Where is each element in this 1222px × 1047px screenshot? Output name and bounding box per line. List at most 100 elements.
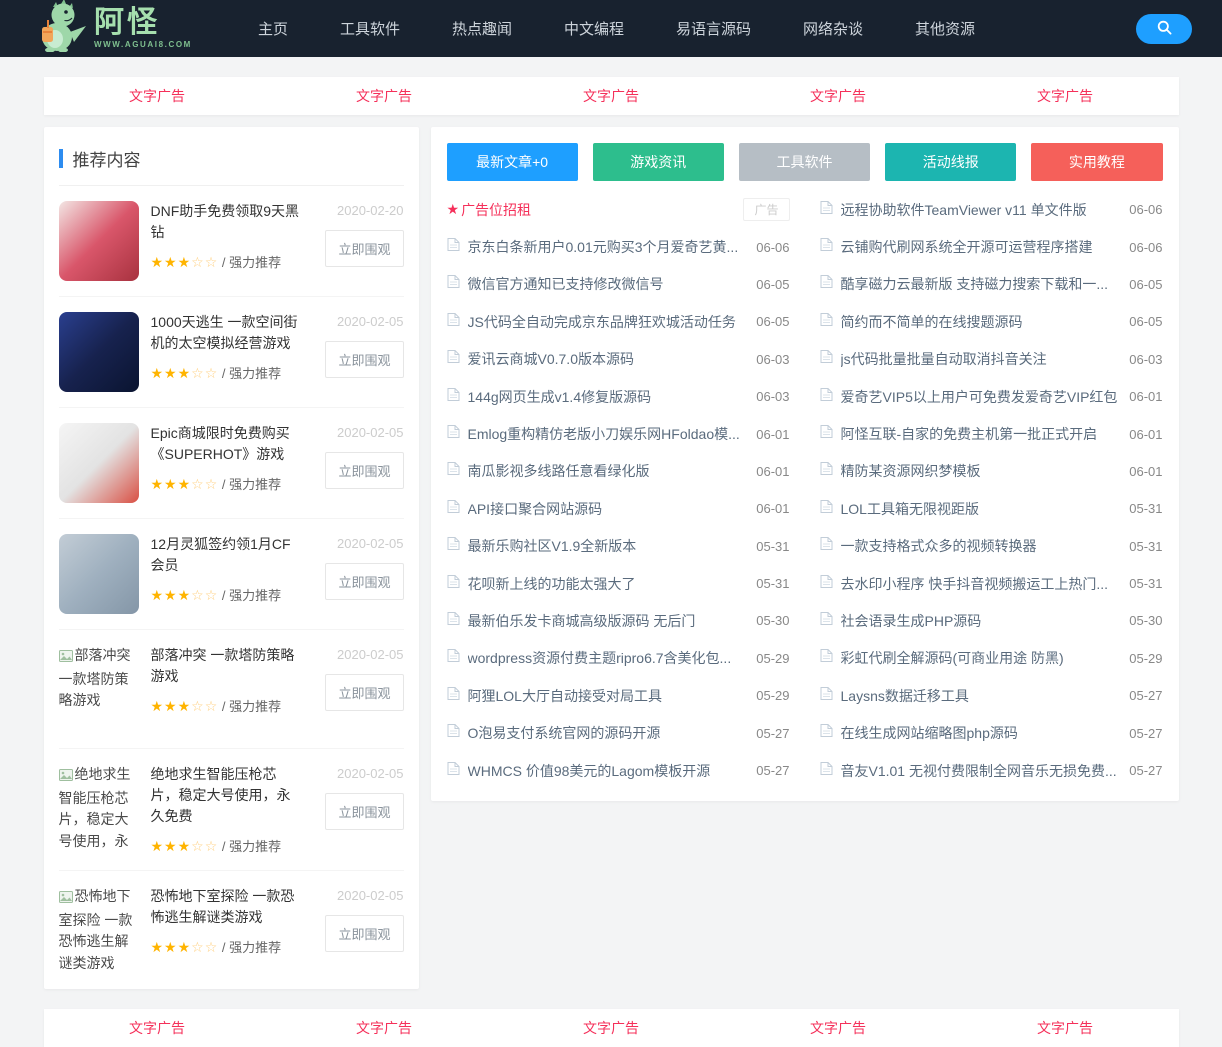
- article-title-link[interactable]: 阿怪互联-自家的免费主机第一批正式开启: [841, 424, 1120, 444]
- item-title[interactable]: 绝地求生智能压枪芯片，稳定大号使用，永久免费: [151, 766, 291, 824]
- article-title-link[interactable]: 一款支持格式众多的视频转换器: [841, 536, 1120, 556]
- view-now-button[interactable]: 立即围观: [325, 230, 404, 267]
- view-now-button[interactable]: 立即围观: [325, 452, 404, 489]
- view-now-button[interactable]: 立即围观: [325, 563, 404, 600]
- article-date: 06-01: [756, 501, 790, 517]
- nav-item[interactable]: 网络杂谈: [777, 0, 889, 57]
- article-title-link[interactable]: API接口聚合网站源码: [468, 499, 747, 519]
- ad-slot-link[interactable]: 广告位招租: [461, 200, 531, 220]
- article-date: 06-05: [756, 314, 790, 330]
- text-ad-link[interactable]: 文字广告: [1037, 86, 1093, 106]
- article-date: 05-29: [756, 650, 790, 666]
- text-ad-link[interactable]: 文字广告: [810, 1018, 866, 1038]
- article-title-link[interactable]: Laysns数据迁移工具: [841, 686, 1120, 706]
- article-title-link[interactable]: 远程协助软件TeamViewer v11 单文件版: [841, 200, 1120, 220]
- recommended-item: 恐怖地下室探险 一款恐怖逃生解谜类游戏 恐怖地下室探险 一款恐怖逃生解谜类游戏 …: [58, 871, 404, 989]
- item-title[interactable]: Epic商城限时免费购买《SUPERHOT》游戏: [151, 425, 290, 462]
- article-title-link[interactable]: 南瓜影视多线路任意看绿化版: [468, 461, 747, 481]
- article-title-link[interactable]: 最新乐购社区V1.9全新版本: [468, 536, 747, 556]
- article-title-link[interactable]: WHMCS 价值98美元的Lagom模板开源: [468, 761, 747, 781]
- article-date: 06-05: [756, 276, 790, 292]
- item-title[interactable]: 部落冲突 一款塔防策略游戏: [151, 647, 295, 684]
- article-title-link[interactable]: 花呗新上线的功能太强大了: [468, 574, 747, 594]
- article-title-link[interactable]: 144g网页生成v1.4修复版源码: [468, 387, 747, 407]
- article-title-link[interactable]: wordpress资源付费主题ripro6.7含美化包...: [468, 648, 747, 668]
- broken-thumbnail[interactable]: 绝地求生智能压枪芯片，稳定大号使用，永久免费: [58, 764, 139, 852]
- article-title-link[interactable]: 社会语录生成PHP源码: [841, 611, 1120, 631]
- dinosaur-mascot-icon: [30, 0, 88, 57]
- category-button[interactable]: 实用教程: [1031, 143, 1163, 181]
- item-date: 2020-02-05: [337, 314, 404, 329]
- nav-item[interactable]: 热点趣闻: [426, 0, 538, 57]
- article-title-link[interactable]: O泡易支付系统官网的源码开源: [468, 723, 747, 743]
- article-row: 微信官方通知已支持修改微信号 06-05: [447, 266, 790, 303]
- text-ad-link[interactable]: 文字广告: [583, 1018, 639, 1038]
- document-icon: [820, 387, 833, 407]
- article-title-link[interactable]: LOL工具箱无限视距版: [841, 499, 1120, 519]
- article-row: 阿狸LOL大厅自动接受对局工具 05-29: [447, 677, 790, 714]
- star-rating-empty-icon: ☆☆: [191, 365, 219, 381]
- article-title-link[interactable]: 酷享磁力云最新版 支持磁力搜索下载和一...: [841, 274, 1120, 294]
- article-title-link[interactable]: 爱讯云商城V0.7.0版本源码: [468, 349, 747, 369]
- view-now-button[interactable]: 立即围观: [325, 915, 404, 952]
- article-title-link[interactable]: 云铺购代刷网系统全开源可运营程序搭建: [841, 237, 1120, 257]
- item-thumbnail[interactable]: [58, 423, 139, 503]
- article-title-link[interactable]: 阿狸LOL大厅自动接受对局工具: [468, 686, 747, 706]
- view-now-button[interactable]: 立即围观: [325, 674, 404, 711]
- article-title-link[interactable]: 去水印小程序 快手抖音视频搬运工上热门...: [841, 574, 1120, 594]
- nav-item[interactable]: 易语言源码: [650, 0, 777, 57]
- red-star-icon: ★: [446, 201, 460, 218]
- article-title-link[interactable]: js代码批量批量自动取消抖音关注: [841, 349, 1120, 369]
- view-now-button[interactable]: 立即围观: [325, 793, 404, 830]
- article-row: 一款支持格式众多的视频转换器 05-31: [820, 528, 1163, 565]
- article-title-link[interactable]: 音友V1.01 无视付费限制全网音乐无损免费...: [841, 761, 1120, 781]
- broken-thumbnail[interactable]: 恐怖地下室探险 一款恐怖逃生解谜类游戏: [58, 886, 139, 974]
- broken-thumbnail[interactable]: 部落冲突 一款塔防策略游戏: [58, 645, 139, 733]
- item-title[interactable]: DNF助手免费领取9天黑钻: [151, 203, 300, 240]
- article-title-link[interactable]: 简约而不简单的在线搜题源码: [841, 312, 1120, 332]
- category-button[interactable]: 游戏资讯: [592, 143, 724, 181]
- item-thumbnail[interactable]: [58, 201, 139, 281]
- text-ad-link[interactable]: 文字广告: [1037, 1018, 1093, 1038]
- article-title-link[interactable]: Emlog重构精仿老版小刀娱乐网HFoldao模...: [468, 424, 747, 444]
- category-button[interactable]: 工具软件: [738, 143, 871, 181]
- article-title-link[interactable]: 精防某资源网织梦模板: [841, 461, 1120, 481]
- nav-item[interactable]: 主页: [232, 0, 314, 57]
- document-icon: [820, 686, 833, 706]
- text-ad-link[interactable]: 文字广告: [356, 86, 412, 106]
- article-row: 精防某资源网织梦模板 06-01: [820, 453, 1163, 490]
- item-title[interactable]: 1000天逃生 一款空间街机的太空模拟经营游戏: [151, 314, 298, 351]
- article-date: 05-27: [1129, 688, 1163, 704]
- article-date: 06-03: [756, 389, 790, 405]
- article-title-link[interactable]: 彩虹代刷全解源码(可商业用途 防黑): [841, 648, 1120, 668]
- text-ad-link[interactable]: 文字广告: [583, 86, 639, 106]
- category-button[interactable]: 最新文章+0: [446, 143, 578, 181]
- document-icon: [447, 349, 460, 369]
- category-button[interactable]: 活动线报: [885, 143, 1017, 181]
- article-title-link[interactable]: 最新伯乐发卡商城高级版源码 无后门: [468, 611, 747, 631]
- article-title-link[interactable]: JS代码全自动完成京东品牌狂欢城活动任务: [468, 312, 747, 332]
- header-accent-bar: [58, 149, 63, 168]
- text-ad-link[interactable]: 文字广告: [810, 86, 866, 106]
- search-button[interactable]: [1136, 13, 1192, 44]
- text-ad-link[interactable]: 文字广告: [129, 1018, 185, 1038]
- item-side: 2020-02-20 立即围观: [312, 201, 404, 281]
- nav-item[interactable]: 中文编程: [538, 0, 650, 57]
- view-now-button[interactable]: 立即围观: [325, 341, 404, 378]
- article-title-link[interactable]: 爱奇艺VIP5以上用户可免费发爱奇艺VIP红包: [841, 387, 1120, 407]
- category-button-row: 最新文章+0 游戏资讯 工具软件 活动线报 实用教程: [446, 143, 1163, 181]
- nav-item[interactable]: 工具软件: [314, 0, 426, 57]
- nav-item[interactable]: 其他资源: [889, 0, 1001, 57]
- site-logo[interactable]: 阿怪 WWW.AGUAI8.COM: [30, 0, 192, 57]
- item-title[interactable]: 恐怖地下室探险 一款恐怖逃生解谜类游戏: [151, 888, 295, 925]
- article-title-link[interactable]: 京东白条新用户0.01元购买3个月爱奇艺黄...: [468, 237, 747, 257]
- text-ad-link[interactable]: 文字广告: [129, 86, 185, 106]
- article-title-link[interactable]: 在线生成网站缩略图php源码: [841, 723, 1120, 743]
- item-thumbnail[interactable]: [58, 312, 139, 392]
- item-thumbnail[interactable]: [58, 534, 139, 614]
- article-list-right: 远程协助软件TeamViewer v11 单文件版 06-06 云铺购代刷网系统…: [820, 191, 1163, 789]
- item-title[interactable]: 12月灵狐签约领1月CF会员: [151, 536, 291, 573]
- star-rating-full-icon: ★★★: [150, 365, 192, 381]
- text-ad-link[interactable]: 文字广告: [356, 1018, 412, 1038]
- article-title-link[interactable]: 微信官方通知已支持修改微信号: [468, 274, 747, 294]
